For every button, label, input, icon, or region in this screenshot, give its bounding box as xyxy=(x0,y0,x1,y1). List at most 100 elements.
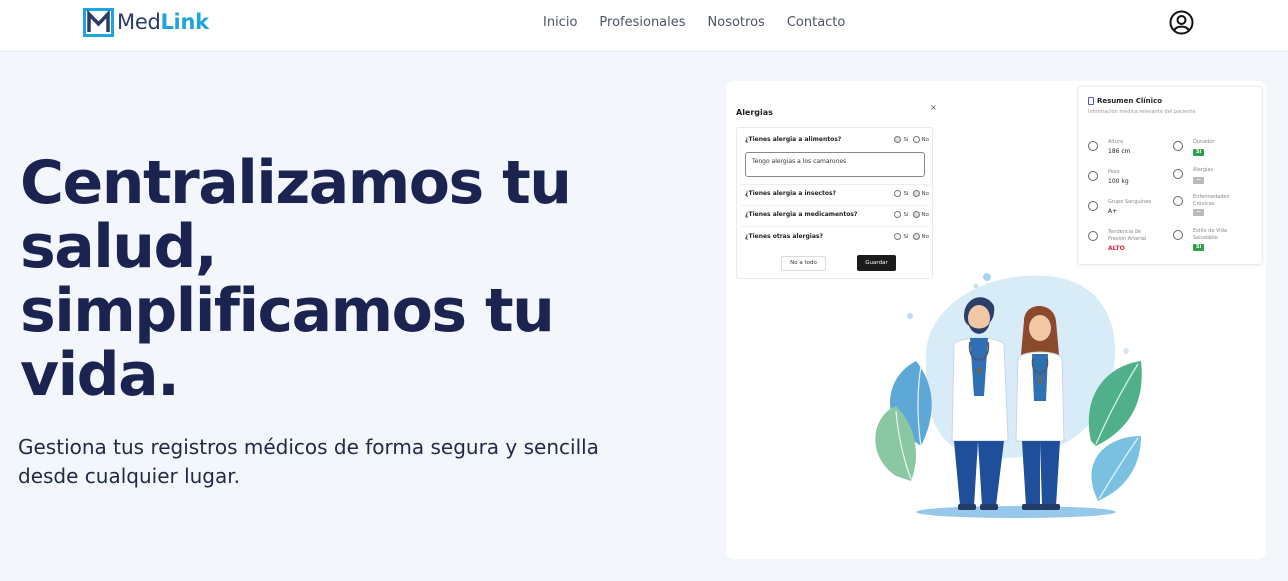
activity-icon xyxy=(1173,196,1183,206)
hero-subtitle: Gestiona tus registros médicos de forma … xyxy=(18,433,668,491)
option-yes: Sí xyxy=(903,191,909,197)
food-allergy-input: Tengo alergias a los camarones xyxy=(745,152,925,177)
option-no: No xyxy=(921,212,929,218)
option-yes: Sí xyxy=(903,137,909,143)
bike-icon xyxy=(1173,230,1183,240)
allergy-form-title: Alergias xyxy=(736,108,773,117)
allergy-question-row: ¿Tienes otras alergias? Sí No xyxy=(745,233,929,247)
nav-link-profesionales[interactable]: Profesionales xyxy=(599,15,685,31)
summary-height: Altura 186 cm xyxy=(1088,139,1168,159)
summary-value: 100 kg xyxy=(1108,178,1129,185)
nav-link-contacto[interactable]: Contacto xyxy=(787,15,846,31)
status-badge: Sí xyxy=(1193,149,1205,156)
main-nav: Inicio Profesionales Nosotros Contacto xyxy=(543,15,867,31)
summary-label-line: Estilo de Vida xyxy=(1193,228,1227,234)
allergy-question-row: ¿Tienes alergia a insectos? Sí No xyxy=(745,190,929,204)
heart-icon xyxy=(1173,141,1183,151)
question-text: ¿Tienes alergia a medicamentos? xyxy=(745,211,858,218)
brand-name: MedLink xyxy=(117,8,209,37)
radio-no xyxy=(912,211,920,218)
radio-no xyxy=(912,136,920,143)
summary-value: A+ xyxy=(1108,208,1118,215)
option-yes: Sí xyxy=(903,234,909,240)
radio-no xyxy=(912,233,920,240)
summary-label-line: Crónicas xyxy=(1193,201,1215,207)
weight-icon xyxy=(1088,171,1098,181)
pulse-icon xyxy=(1088,231,1098,241)
hero-title-line: salud, xyxy=(20,212,218,282)
summary-label: Enfermedades Crónicas xyxy=(1193,194,1229,208)
brand-logo[interactable]: MedLink xyxy=(83,8,209,37)
allergy-question-row: ¿Tienes alergia a alimentos? Sí No xyxy=(745,136,929,150)
divider xyxy=(741,226,930,227)
summary-value-alert: ALTO xyxy=(1108,245,1125,252)
brand-name-link: Link xyxy=(160,10,209,34)
summary-label: Altura xyxy=(1108,139,1124,145)
hero-title: Centralizamos tu salud, simplificamos tu… xyxy=(20,151,660,407)
summary-label: Estilo de Vida Saludable xyxy=(1193,228,1227,242)
hero-title-line: simplificamos tu xyxy=(20,276,555,346)
question-text: ¿Tienes alergia a insectos? xyxy=(745,190,837,197)
summary-label: Donador xyxy=(1193,139,1215,145)
summary-lifestyle: Estilo de Vida Saludable Sí xyxy=(1173,228,1253,254)
warning-icon xyxy=(1173,169,1183,179)
allergy-question-row: ¿Tienes alergia a medicamentos? Sí No xyxy=(745,211,929,225)
summary-value: 186 cm xyxy=(1108,148,1131,155)
top-navbar: MedLink Inicio Profesionales Nosotros Co… xyxy=(0,0,1288,52)
summary-label: Grupo Sanguíneo xyxy=(1108,199,1152,205)
user-account-icon[interactable] xyxy=(1169,10,1194,35)
answer-options: Sí No xyxy=(890,233,929,240)
option-no: No xyxy=(921,191,929,197)
status-badge: Sí xyxy=(1193,244,1205,251)
summary-allergies: Alergias — xyxy=(1173,167,1253,187)
option-no: No xyxy=(921,137,929,143)
summary-label-line: Saludable xyxy=(1193,235,1218,241)
divider xyxy=(741,184,930,185)
nav-link-nosotros[interactable]: Nosotros xyxy=(708,15,765,31)
hero-subtitle-line: Gestiona tus registros médicos de forma … xyxy=(18,435,599,459)
doctors-illustration xyxy=(875,273,1142,518)
question-text: ¿Tienes otras alergias? xyxy=(745,233,823,240)
radio-yes xyxy=(894,233,902,240)
blood-drop-icon xyxy=(1088,201,1098,211)
answer-options: Sí No xyxy=(890,136,929,143)
summary-label: Tendencia de Presión Arterial xyxy=(1108,229,1146,243)
answer-options: Sí No xyxy=(890,211,929,218)
divider xyxy=(741,205,930,206)
clinical-summary-subtitle: Información médica relevante del pacient… xyxy=(1088,109,1196,115)
status-badge: — xyxy=(1193,209,1204,216)
summary-label: Alergias xyxy=(1193,167,1214,173)
hero-subtitle-line: desde cualquier lugar. xyxy=(18,464,241,488)
hero-section: Centralizamos tu salud, simplificamos tu… xyxy=(20,151,660,407)
summary-donor: Donador Sí xyxy=(1173,139,1253,159)
allergy-form-mockup: Alergias × ¿Tienes alergia a alimentos? … xyxy=(730,99,937,281)
radio-yes xyxy=(894,211,902,218)
ruler-icon xyxy=(1088,141,1098,151)
summary-weight: Peso 100 kg xyxy=(1088,169,1168,189)
clinical-summary-title-text: Resumen Clínico xyxy=(1097,97,1163,105)
clinical-summary-title: Resumen Clínico xyxy=(1088,97,1162,105)
hero-title-line: vida. xyxy=(20,340,180,410)
option-yes: Sí xyxy=(903,212,909,218)
summary-label: Peso xyxy=(1108,169,1120,175)
brand-name-med: Med xyxy=(117,10,161,34)
close-icon: × xyxy=(930,103,937,112)
answer-options: Sí No xyxy=(890,190,929,197)
hero-title-line: Centralizamos tu xyxy=(20,148,572,218)
summary-blood-group: Grupo Sanguíneo A+ xyxy=(1088,199,1168,219)
status-badge: — xyxy=(1193,177,1204,184)
clipboard-icon xyxy=(1088,97,1094,105)
option-no: No xyxy=(921,234,929,240)
none-button: No a todo xyxy=(781,256,826,271)
radio-yes xyxy=(894,190,902,197)
allergy-questions: ¿Tienes alergia a alimentos? Sí No Tengo … xyxy=(736,127,933,279)
radio-no xyxy=(912,190,920,197)
nav-link-inicio[interactable]: Inicio xyxy=(543,15,577,31)
summary-label-line: Tendencia de xyxy=(1108,229,1141,235)
hero-illustration: Alergias × ¿Tienes alergia a alimentos? … xyxy=(726,81,1266,559)
question-text: ¿Tienes alergia a alimentos? xyxy=(745,136,842,143)
radio-yes xyxy=(894,136,902,143)
summary-label-line: Enfermedades xyxy=(1193,194,1230,200)
clinical-summary-mockup: Resumen Clínico Información médica relev… xyxy=(1077,86,1263,265)
summary-label-line: Presión Arterial xyxy=(1108,236,1147,242)
